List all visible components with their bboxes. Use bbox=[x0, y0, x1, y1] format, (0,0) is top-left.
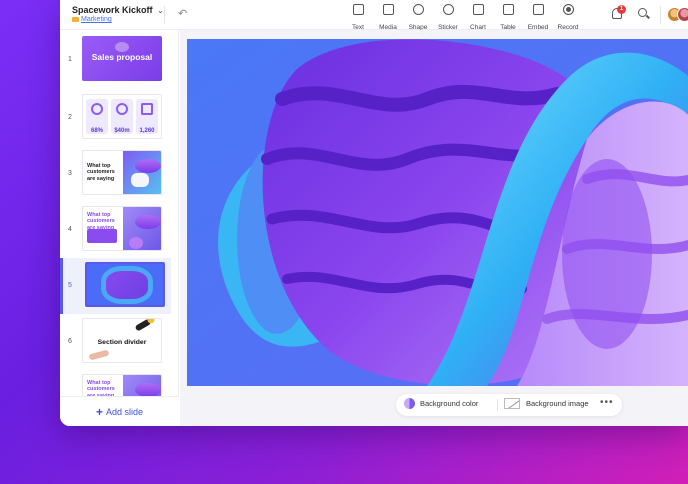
shape-icon bbox=[412, 4, 424, 15]
media-icon bbox=[382, 4, 394, 15]
planet-graphic bbox=[101, 266, 153, 304]
slide-preview bbox=[85, 262, 165, 307]
editor-canvas: Background color Background image ••• bbox=[180, 30, 688, 426]
slide-preview: 68% $40m 1,260 bbox=[82, 94, 162, 139]
add-slide-button[interactable]: + Add slide bbox=[60, 396, 179, 426]
stat-card: 68% bbox=[86, 99, 108, 134]
slide-image bbox=[123, 151, 161, 194]
add-slide-label: Add slide bbox=[105, 407, 144, 417]
folder-icon bbox=[72, 16, 79, 22]
color-swatch-icon bbox=[404, 397, 415, 409]
planet-graphic bbox=[135, 159, 161, 173]
slide-title: What top customers are saying bbox=[87, 163, 115, 182]
planet-graphic bbox=[115, 42, 129, 52]
background-toolbar: Background color Background image ••• bbox=[396, 394, 622, 416]
background-color-button[interactable]: Background color bbox=[404, 397, 479, 409]
stat-card: 1,260 bbox=[136, 99, 158, 134]
slide-number: 2 bbox=[68, 114, 72, 121]
text-icon bbox=[352, 4, 364, 15]
slide-title: Section divider bbox=[97, 339, 147, 346]
ring-artwork bbox=[187, 39, 688, 386]
divider bbox=[497, 399, 498, 411]
slide-image bbox=[123, 207, 161, 250]
top-bar: Spacework Kickoff ⌄ Marketing ↶ Text Medi… bbox=[60, 0, 688, 31]
slide-image bbox=[123, 375, 161, 398]
slide-preview: What top customers are saying bbox=[82, 150, 162, 195]
stat-value: 68% bbox=[90, 128, 103, 134]
undo-icon[interactable]: ↶ bbox=[178, 7, 187, 20]
planet-graphic bbox=[129, 237, 143, 249]
chart-icon bbox=[472, 4, 484, 15]
document-title[interactable]: Spacework Kickoff ⌄ bbox=[72, 5, 163, 15]
slide-preview: What top customers are saying bbox=[82, 206, 162, 251]
planet-graphic bbox=[135, 383, 161, 397]
slide-thumbnail-3[interactable]: 3 What top customers are saying bbox=[60, 146, 171, 202]
divider bbox=[660, 6, 661, 24]
slide-preview: Sales proposal bbox=[82, 36, 162, 81]
slide-thumbnail-7[interactable]: What top customers are saying bbox=[60, 370, 171, 398]
stat-card: $40m bbox=[111, 99, 133, 134]
divider bbox=[164, 6, 165, 24]
slide-number: 3 bbox=[68, 170, 72, 177]
stat-value: 1,260 bbox=[139, 128, 155, 134]
embed-icon bbox=[532, 4, 544, 15]
record-icon bbox=[562, 4, 574, 15]
plus-icon: + bbox=[95, 405, 103, 419]
background-image-label: Background image bbox=[526, 399, 589, 408]
slide-thumbnail-4[interactable]: 4 What top customers are saying bbox=[60, 202, 171, 258]
slide-number: 5 bbox=[68, 282, 72, 289]
slide-canvas[interactable] bbox=[187, 39, 688, 386]
chevron-down-icon[interactable]: ⌄ bbox=[158, 8, 164, 15]
folder-link[interactable]: Marketing bbox=[72, 16, 112, 23]
table-icon bbox=[502, 4, 514, 15]
slide-number: 4 bbox=[68, 226, 72, 233]
background-color-label: Background color bbox=[420, 399, 479, 408]
planet-graphic bbox=[135, 215, 161, 229]
slide-thumbnail-2[interactable]: 2 68% $40m 1,260 bbox=[60, 90, 171, 146]
slide-thumbnail-5[interactable]: 5 bbox=[60, 258, 171, 314]
app-window: Spacework Kickoff ⌄ Marketing ↶ Text Medi… bbox=[60, 0, 688, 426]
stat-value: $40m bbox=[114, 128, 130, 134]
slide-thumbnail-1[interactable]: 1 Sales proposal bbox=[60, 32, 171, 88]
folder-name: Marketing bbox=[81, 16, 112, 23]
progress-ring-icon bbox=[91, 103, 103, 115]
sticker-icon bbox=[442, 4, 454, 15]
slide-title: Sales proposal bbox=[91, 52, 153, 62]
microphone-graphic bbox=[134, 319, 152, 332]
slide-preview: What top customers are saying bbox=[82, 374, 162, 398]
document-title-text: Spacework Kickoff bbox=[72, 5, 153, 15]
slide-number: 6 bbox=[68, 338, 72, 345]
more-options-icon[interactable]: ••• bbox=[600, 397, 614, 408]
slide-number: 1 bbox=[68, 56, 72, 63]
avatar[interactable] bbox=[677, 7, 688, 22]
slide-thumbnail-6[interactable]: 6 Section divider bbox=[60, 314, 171, 370]
astronaut-graphic bbox=[131, 173, 149, 187]
slide-preview: Section divider bbox=[82, 318, 162, 363]
expand-icon bbox=[141, 103, 153, 115]
search-icon[interactable] bbox=[638, 8, 647, 17]
notification-badge: 1 bbox=[617, 5, 626, 14]
background-image-button[interactable]: Background image bbox=[504, 397, 589, 409]
hand-graphic bbox=[88, 349, 110, 361]
no-image-icon bbox=[504, 397, 520, 409]
quote-box bbox=[87, 229, 117, 243]
slide-sidebar: 1 Sales proposal 2 68% $40m 1,260 3 What… bbox=[60, 30, 179, 426]
coin-icon bbox=[116, 103, 128, 115]
